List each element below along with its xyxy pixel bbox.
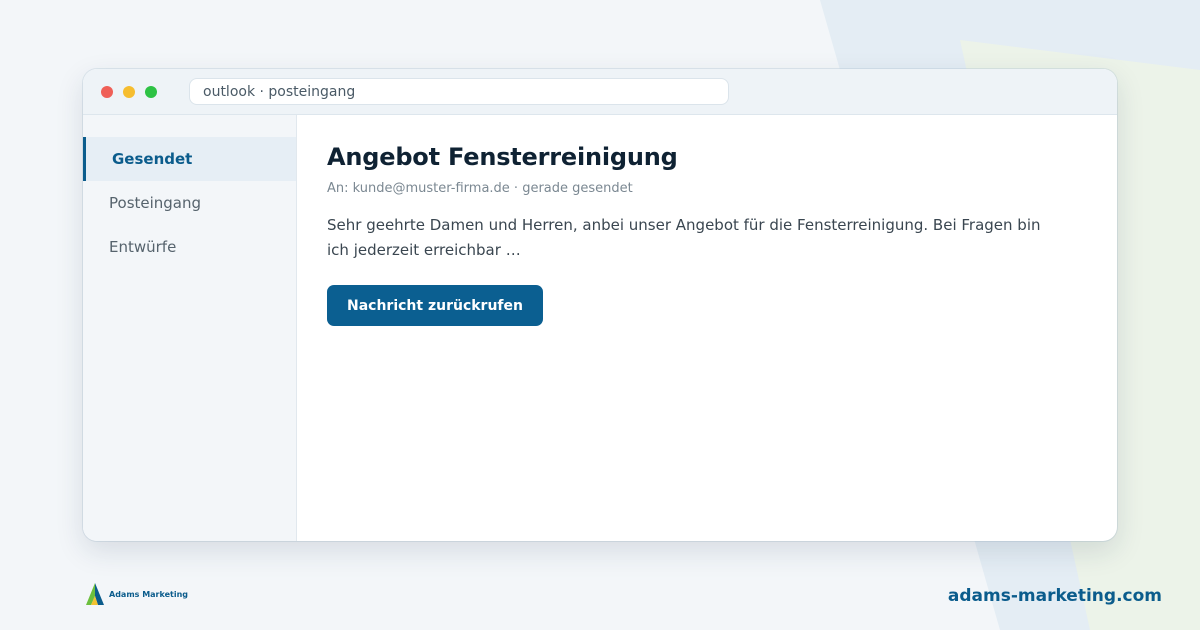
close-window-icon[interactable] bbox=[101, 85, 113, 98]
maximize-window-icon[interactable] bbox=[145, 85, 157, 98]
sidebar-item-gesendet[interactable]: Gesendet bbox=[83, 137, 296, 181]
email-view: Angebot Fensterreinigung An: kunde@muste… bbox=[297, 115, 1117, 541]
website-url: adams-marketing.com bbox=[947, 586, 1162, 606]
brand-logo: Adams Marketing bbox=[85, 582, 188, 606]
minimize-window-icon[interactable] bbox=[123, 85, 135, 98]
address-text: outlook · posteingang bbox=[203, 83, 356, 100]
mail-window: outlook · posteingang Gesendet Posteinga… bbox=[83, 69, 1117, 541]
email-subject: Angebot Fensterreinigung bbox=[327, 143, 678, 171]
sidebar-item-entwuerfe[interactable]: Entwürfe bbox=[83, 225, 296, 269]
sidebar-item-posteingang[interactable]: Posteingang bbox=[83, 181, 296, 225]
logo-mark-icon bbox=[86, 583, 104, 605]
email-meta: An: kunde@muster-firma.de · gerade gesen… bbox=[327, 181, 633, 196]
recall-message-button[interactable]: Nachricht zurückrufen bbox=[327, 285, 543, 326]
sidebar-item-label: Gesendet bbox=[112, 150, 193, 168]
sidebar-item-label: Entwürfe bbox=[109, 238, 177, 256]
window-titlebar: outlook · posteingang bbox=[83, 69, 1117, 115]
sidebar-item-label: Posteingang bbox=[109, 194, 202, 212]
email-body: Sehr geehrte Damen und Herren, anbei uns… bbox=[327, 216, 1041, 259]
logo-text: Adams Marketing bbox=[109, 589, 189, 599]
mail-sidebar: Gesendet Posteingang Entwürfe bbox=[83, 115, 297, 541]
mail-body: Gesendet Posteingang Entwürfe Angebot Fe… bbox=[83, 115, 1117, 541]
page: outlook · posteingang Gesendet Posteinga… bbox=[0, 0, 1200, 630]
address-bar[interactable]: outlook · posteingang bbox=[189, 78, 729, 105]
